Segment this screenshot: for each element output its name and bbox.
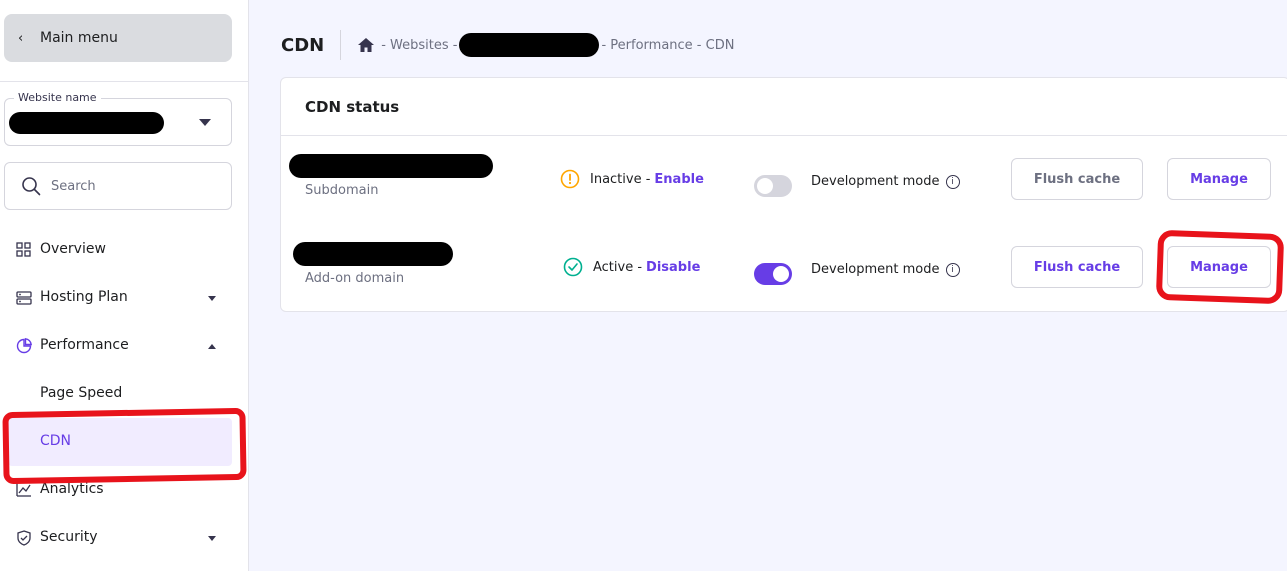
sidebar: ‹ Main menu Website name Overview Host [0,0,249,571]
main-menu-button[interactable]: ‹ Main menu [4,14,232,62]
chevron-left-icon: ‹ [18,30,24,46]
cdn-toggle[interactable] [754,175,792,197]
search-box [4,162,232,210]
sidebar-item-label: Analytics [40,481,104,497]
sidebar-item-page-speed[interactable]: Page Speed [0,370,248,418]
sidebar-item-analytics[interactable]: Analytics [0,466,248,514]
development-mode: Development mode i [811,174,960,189]
caret-down-icon [199,119,211,126]
breadcrumb: - Websites - - Performance - CDN [357,33,734,57]
cdn-status: Active - Disable [563,257,700,277]
status-text: Active - [593,259,643,275]
development-mode-label: Development mode [811,262,940,277]
cdn-status-card: CDN status Subdomain Inactive - Enable D… [280,77,1287,312]
sidebar-item-performance[interactable]: Performance [0,322,248,370]
manage-button[interactable]: Manage [1167,246,1271,288]
enable-link[interactable]: Enable [654,172,704,187]
table-row: Subdomain Inactive - Enable Development … [281,136,1287,224]
warning-icon [560,169,580,189]
toggle-knob [773,266,789,282]
sidebar-item-label: Security [40,529,98,545]
cdn-status: Inactive - Enable [560,169,704,189]
sidebar-item-label: Overview [40,241,106,257]
domain-type: Subdomain [305,183,379,198]
sidebar-item-cdn[interactable]: CDN [8,418,232,466]
domain-type: Add-on domain [305,271,405,286]
sidebar-divider [0,81,248,82]
status-text: Inactive - [590,171,651,187]
website-name-redacted [9,112,164,134]
caret-down-icon [208,536,216,541]
pie-chart-icon [16,338,32,354]
website-select-label: Website name [14,91,101,104]
check-circle-icon [563,257,583,277]
title-divider [340,30,342,60]
sidebar-item-label: Performance [40,337,129,353]
caret-down-icon [208,296,216,301]
search-icon [22,177,41,196]
cdn-toggle[interactable] [754,263,792,285]
development-mode: Development mode i [811,262,960,277]
server-icon [16,291,32,305]
toggle-knob [757,178,773,194]
domain-name-redacted [293,242,453,266]
sidebar-item-label: Page Speed [40,385,123,401]
sidebar-item-hosting-plan[interactable]: Hosting Plan [0,274,248,322]
sidebar-item-security[interactable]: Security [0,514,248,562]
trend-icon [16,483,31,497]
info-icon[interactable]: i [945,174,960,189]
main-menu-label: Main menu [40,30,118,46]
caret-up-icon [208,344,216,349]
table-row: Add-on domain Active - Disable Developme… [281,224,1287,312]
disable-link[interactable]: Disable [646,260,700,275]
sidebar-item-label: Hosting Plan [40,289,128,305]
flush-cache-button[interactable]: Flush cache [1011,246,1143,288]
grid-icon [16,242,31,257]
home-icon[interactable] [357,37,375,53]
page-title: CDN [281,34,325,56]
sidebar-item-overview[interactable]: Overview [0,226,248,274]
search-input[interactable] [51,178,211,194]
development-mode-label: Development mode [811,174,940,189]
breadcrumb-website-redacted [459,33,600,57]
shield-icon [17,530,31,546]
sidebar-item-label: CDN [40,433,72,449]
page-header: CDN - Websites - - Performance - CDN [281,30,734,60]
card-title: CDN status [305,98,400,116]
website-select[interactable]: Website name [4,91,232,146]
breadcrumb-websites[interactable]: - Websites - [381,38,457,53]
manage-button[interactable]: Manage [1167,158,1271,200]
flush-cache-button[interactable]: Flush cache [1011,158,1143,200]
domain-name-redacted [289,154,493,178]
breadcrumb-performance-cdn: - Performance - CDN [601,37,735,53]
info-icon[interactable]: i [945,262,960,277]
